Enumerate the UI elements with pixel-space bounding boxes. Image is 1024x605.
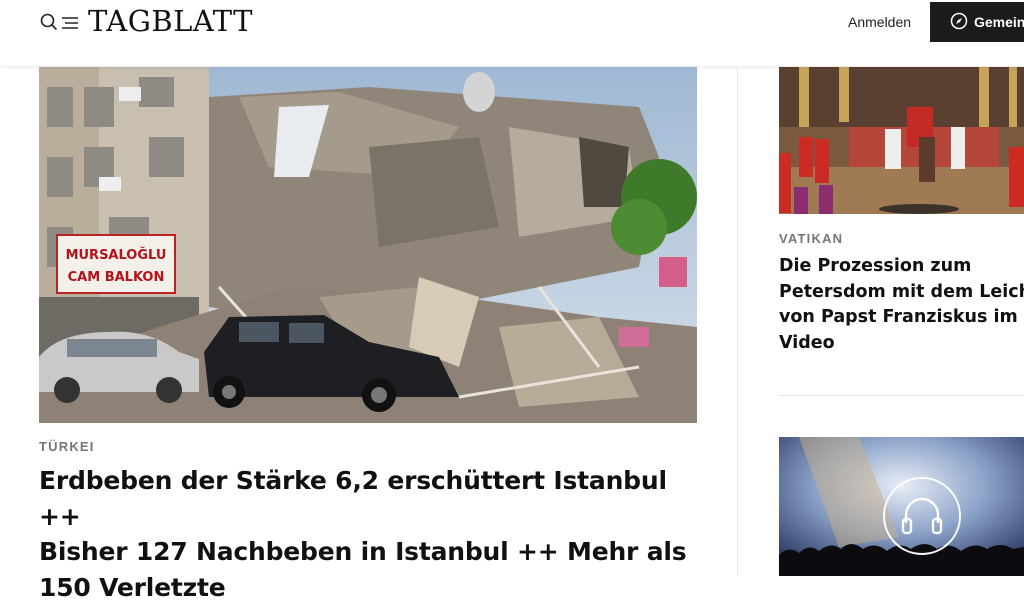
login-link[interactable]: Anmelden — [848, 14, 911, 30]
site-header: TAGBLATT Anmelden Gemein — [0, 0, 1024, 67]
search-icon[interactable] — [40, 13, 58, 35]
column-divider — [737, 66, 738, 576]
headphones-icon[interactable] — [883, 477, 961, 555]
sign-line-1: MURSALOĞLU — [66, 247, 167, 263]
main-article-kicker[interactable]: TÜRKEI — [39, 439, 95, 454]
side-headline-line: Petersdom mit dem Leichnam — [779, 280, 1024, 306]
side-headline-line: von Papst Franziskus im — [779, 305, 1024, 331]
sign-line-2: CAM BALKON — [68, 270, 165, 285]
article-image-earthquake[interactable]: MURSALOĞLU CAM BALKON — [39, 67, 697, 423]
article-image-audio[interactable] — [779, 437, 1024, 576]
main-headline-line: Bisher 127 Nachbeben in Istanbul ++ Mehr… — [39, 534, 699, 570]
header-icons — [40, 13, 78, 35]
community-button[interactable]: Gemein — [930, 2, 1024, 42]
side-article-headline[interactable]: Die Prozession zum Petersdom mit dem Lei… — [779, 254, 1024, 356]
compass-icon — [950, 12, 974, 33]
main-headline-line: 150 Verletzte — [39, 570, 699, 605]
site-logo[interactable]: TAGBLATT — [88, 4, 253, 38]
side-article-kicker[interactable]: VATIKAN — [779, 231, 843, 246]
article-image-vatican[interactable] — [779, 67, 1024, 214]
side-headline-line: Die Prozession zum — [779, 254, 1024, 280]
menu-icon[interactable] — [62, 15, 78, 34]
community-button-label: Gemein — [974, 14, 1024, 30]
main-headline-line: Erdbeben der Stärke 6,2 erschüttert Ista… — [39, 463, 699, 534]
side-article-separator — [779, 395, 1024, 396]
side-headline-line: Video — [779, 331, 1024, 357]
main-article-headline[interactable]: Erdbeben der Stärke 6,2 erschüttert Ista… — [39, 463, 699, 605]
